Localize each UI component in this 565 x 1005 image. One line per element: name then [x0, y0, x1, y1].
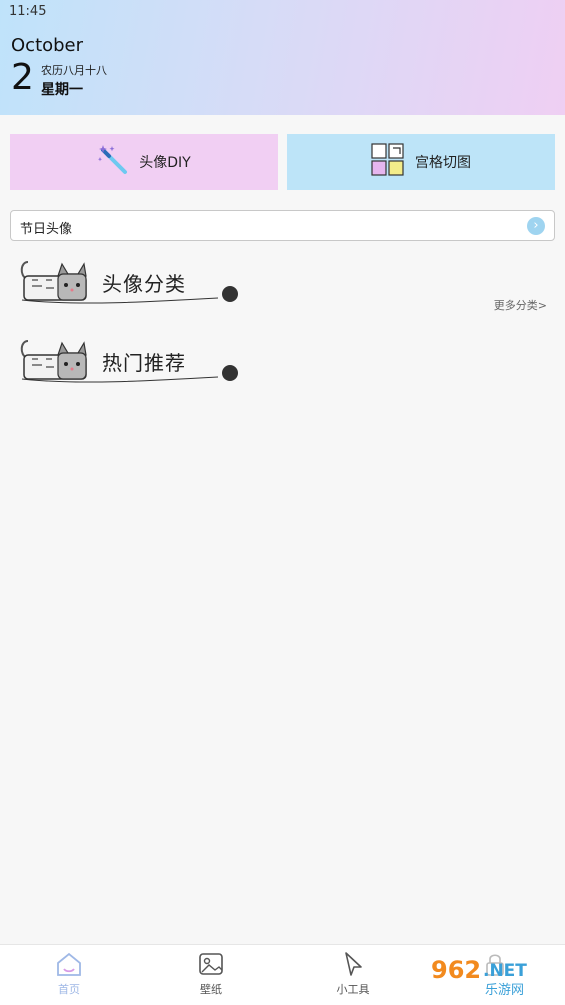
status-time: 11:45	[9, 4, 47, 19]
nav-item-wallpaper[interactable]: 壁纸	[181, 951, 241, 1003]
avatar-diy-button[interactable]: 头像DIY	[10, 134, 278, 190]
svg-text:.NET: .NET	[483, 961, 527, 981]
avatar-diy-label: 头像DIY	[139, 155, 191, 171]
grid-cut-button[interactable]: 宫格切图	[287, 134, 555, 190]
cursor-icon	[323, 951, 383, 977]
nav-label-tools: 小工具	[336, 983, 370, 996]
site-watermark-logo: 962 .NET 乐游网	[425, 950, 555, 1000]
home-icon	[39, 951, 99, 977]
svg-text:乐游网: 乐游网	[485, 983, 524, 998]
day-number: 2	[11, 57, 34, 98]
wallpaper-icon	[181, 951, 241, 977]
section-title-hot: 热门推荐	[102, 351, 186, 375]
date-header: 11:45 October 2 农历八月十八 星期一	[0, 0, 565, 115]
section-hot-recommend: 热门推荐	[18, 337, 248, 387]
nav-label-wallpaper: 壁纸	[200, 983, 222, 996]
more-categories-link[interactable]: 更多分类>	[494, 297, 547, 313]
svg-text:962: 962	[431, 956, 481, 984]
arrow-right-circle-icon[interactable]: ›	[527, 217, 545, 235]
grid-cut-icon	[371, 143, 405, 181]
magic-wand-icon	[97, 144, 129, 180]
festival-avatar-bar[interactable]: 节日头像 ›	[10, 210, 555, 241]
section-avatar-categories: 头像分类	[18, 258, 248, 308]
section-title-categories: 头像分类	[102, 272, 186, 296]
nav-label-home: 首页	[58, 983, 80, 996]
weekday-label: 星期一	[41, 82, 83, 98]
nav-item-tools[interactable]: 小工具	[323, 951, 383, 1003]
festival-avatar-label: 节日头像	[20, 222, 73, 237]
grid-cut-label: 宫格切图	[415, 155, 471, 171]
month-label: October	[11, 35, 84, 56]
nav-item-home[interactable]: 首页	[39, 951, 99, 1003]
lunar-date: 农历八月十八	[41, 64, 107, 77]
